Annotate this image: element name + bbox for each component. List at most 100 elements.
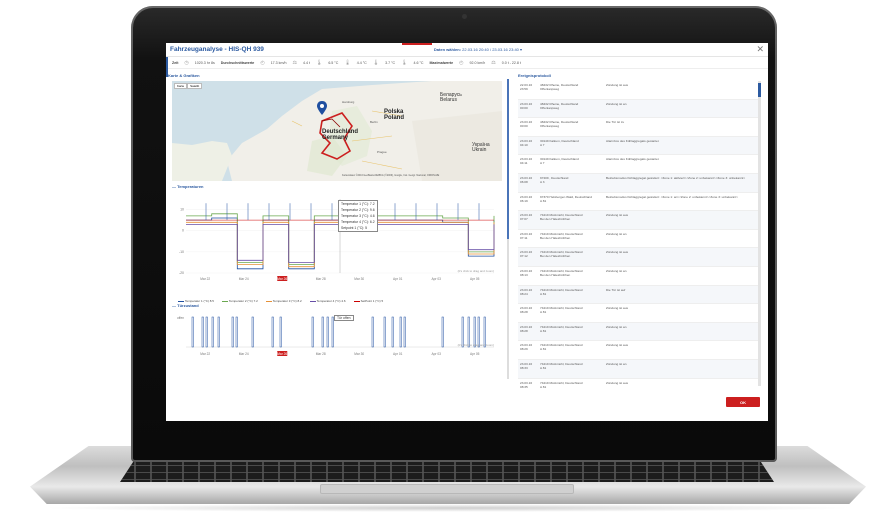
laptop-shadow <box>40 504 856 512</box>
x-tick-label: Mar 30 <box>354 352 364 356</box>
legend-item[interactable]: SetPoint 1 (°C) 5 <box>353 299 384 303</box>
event-message: Zündung ist an <box>606 361 627 366</box>
door-open-bar <box>391 316 394 348</box>
event-row[interactable]: 22.03.16 23:59 48432 Rheine, Deutschland … <box>518 81 758 100</box>
map-label-poland: Polska Poland <box>384 109 405 121</box>
door-open-bar <box>217 316 220 348</box>
stats-bar: Zeit ◷ 1020.3 hr 8s Durchschnittswerte ◴… <box>166 57 768 69</box>
event-row[interactable]: 23.03.16 00:00 48432 Rheine, Deutschland … <box>518 99 758 119</box>
door-open-bar <box>271 316 274 348</box>
event-time: 23.03.16 00:00 <box>520 120 533 129</box>
legend-swatch <box>353 300 360 302</box>
legend-value: 5 <box>381 299 384 303</box>
legend-swatch <box>178 300 184 302</box>
event-time: 23.03.16 08:24 <box>520 287 533 296</box>
map-label-city: Prague <box>377 150 387 154</box>
event-message: Zündung ist aus <box>606 83 629 87</box>
zeit-label: Zeit <box>172 60 179 65</box>
x-tick-label: Mar 22 <box>200 277 210 281</box>
events-list: 22.03.16 23:59 48432 Rheine, Deutschland … <box>518 81 758 389</box>
event-row[interactable]: 23.03.16 08:13 74219 Möckmühl, Deutschlan… <box>518 267 758 286</box>
legend-value: 8.5 <box>209 299 214 303</box>
avg-speed: 17.3 km/h <box>270 60 287 65</box>
event-message: Zündung ist an <box>606 231 627 236</box>
door-open-bar <box>326 316 329 348</box>
date-label: Daten wählen: <box>433 47 462 52</box>
legend-item[interactable]: Temperatur 4 (°C) 4.6 <box>309 299 346 303</box>
event-time: 23.03.16 06:08 <box>520 175 533 184</box>
map-label-germany: Deutschland Germany <box>322 129 359 141</box>
x-tick-label: Mar 30 <box>354 277 364 281</box>
thermometer-icon: 🌡︎ <box>315 59 323 66</box>
location-pin-icon[interactable] <box>317 101 327 115</box>
ok-button[interactable]: OK <box>726 397 760 407</box>
legend-value: 7.2 <box>253 299 258 303</box>
map-tab[interactable]: Karte <box>174 83 188 89</box>
legend-item[interactable]: Temperatur 2 (°C) 7.2 <box>221 299 258 303</box>
events-scrollbar[interactable] <box>758 81 761 386</box>
event-row[interactable]: 23.03.16 04:11 30149 Kalkum, Deutschland … <box>518 155 758 174</box>
legend-item[interactable]: Temperatur 3 (°C) 8.2 <box>265 299 302 303</box>
event-time: 23.03.16 07:11 <box>520 231 533 240</box>
event-time: 23.03.16 07:12 <box>520 250 533 259</box>
left-scroll-thumb[interactable] <box>507 79 509 239</box>
product-photo: Fahrzeuganalyse - HIS-QH 939 Daten wähle… <box>0 0 894 519</box>
zeit-value: 1020.3 hr 8s <box>194 60 215 65</box>
laptop-trackpad <box>320 484 574 494</box>
map-label-belarus: Беларусь Belarus <box>440 92 462 103</box>
door-open-bar <box>399 316 402 348</box>
date-selector[interactable]: Daten wählen: 22.03.16 20:40 / 23.03.16 … <box>434 47 522 52</box>
legend-label: Temperatur 2 (°C) <box>228 299 254 303</box>
event-row[interactable]: 23.03.16 00:00 48432 Rheine, Deutschland … <box>518 118 758 137</box>
event-message: Betriebsmodus Kühlaggregat geändert: <Zo… <box>606 175 746 180</box>
events-scroll-thumb[interactable] <box>758 83 761 97</box>
event-row[interactable]: 23.03.16 08:28 74219 Möckmühl, Deutschlan… <box>518 304 758 323</box>
temperature-legend: Temperatur 1 (°C) 8.5 Temperatur 2 (°C) 7… <box>178 299 383 303</box>
event-row[interactable]: 23.03.16 07:12 74219 Möckmühl, Deutschlan… <box>518 248 758 267</box>
event-time: 23.03.16 08:29 <box>520 343 533 352</box>
event-message: Zündung ist aus <box>606 343 629 348</box>
event-time: 23.03.16 08:35 <box>520 380 533 389</box>
x-tick-label: Mar 24 <box>239 352 249 356</box>
door-tooltip: Tür offen <box>334 315 354 321</box>
door-open-bar <box>201 316 204 348</box>
event-message: Betriebsmodus Kühlaggregat geändert: <Zo… <box>606 194 738 199</box>
event-row[interactable]: 23.03.16 08:29 74219 Möckmühl, Deutschlan… <box>518 341 758 360</box>
event-row[interactable]: 23.03.16 06:08 97209 , Deutschland A 3 Bet… <box>518 173 758 193</box>
legend-swatch <box>265 300 272 302</box>
avg-t1: 6.5 °C <box>328 60 339 65</box>
event-row[interactable]: 23.03.16 06:19 97370 Helsbergen Wald, Deu… <box>518 193 758 212</box>
event-row[interactable]: 23.03.16 08:35 74219 Möckmühl, Deutschlan… <box>518 379 758 390</box>
event-row[interactable]: 23.03.16 07:11 74219 Möckmühl, Deutschlan… <box>518 230 758 249</box>
x-tick-label: Mar 28 <box>316 352 326 356</box>
event-row[interactable]: 23.03.16 07:07 74219 Möckmühl, Deutschlan… <box>518 211 758 230</box>
event-row[interactable]: 23.03.16 04:10 30149 Kalkum, Deutschland … <box>518 136 758 156</box>
left-scrollbar[interactable] <box>507 79 509 379</box>
avg-label: Durchschnittswerte <box>220 60 255 65</box>
event-row[interactable]: 23.03.16 08:24 74219 Möckmühl, Deutschlan… <box>518 285 758 305</box>
x-tick-label: Apr 03 <box>432 352 442 356</box>
event-location: 74219 Möckmühl, Deutschland Bei den Hale… <box>540 250 583 259</box>
route-map[interactable]: Karte Satellit Polska Poland Deutschland… <box>172 81 502 181</box>
temperature-chart-title: — Temperaturen <box>172 184 204 189</box>
event-time: 23.03.16 08:33 <box>520 361 533 370</box>
event-time: 23.03.16 08:13 <box>520 268 533 277</box>
event-row[interactable]: 23.03.16 08:33 74219 Möckmühl, Deutschlan… <box>518 359 758 379</box>
close-icon[interactable]: ✕ <box>756 45 764 54</box>
dialog-header: Fahrzeuganalyse - HIS-QH 939 Daten wähle… <box>166 43 768 57</box>
event-location: 97209 , Deutschland A 3 <box>540 175 569 184</box>
speedometer-icon: ◴ <box>260 59 265 66</box>
temperature-chart[interactable]: 10 0 -10 -20 Mar 22 Mar 24 Mar 26 Mar 28 Mar 30 A… <box>172 191 502 301</box>
x-tick-label: Mar 24 <box>239 277 249 281</box>
x-tick-label: Apr 01 <box>393 352 403 356</box>
door-chart-title: — Türzustand <box>172 303 199 308</box>
event-message: Zündung ist an <box>606 268 627 273</box>
event-time: 23.03.16 00:00 <box>520 101 533 110</box>
x-tick-label: Mar 28 <box>316 277 326 281</box>
event-message: Zündung ist aus <box>606 306 629 311</box>
satellite-tab[interactable]: Satellit <box>187 83 203 89</box>
max-axle: 0.0 t - 22.8 t <box>501 60 521 65</box>
event-time: 23.03.16 06:19 <box>520 194 533 203</box>
event-row[interactable]: 23.03.16 08:28 74219 Möckmühl, Deutschlan… <box>518 322 758 342</box>
event-location: 97370 Helsbergen Wald, Deutschland A 81 <box>540 194 592 203</box>
